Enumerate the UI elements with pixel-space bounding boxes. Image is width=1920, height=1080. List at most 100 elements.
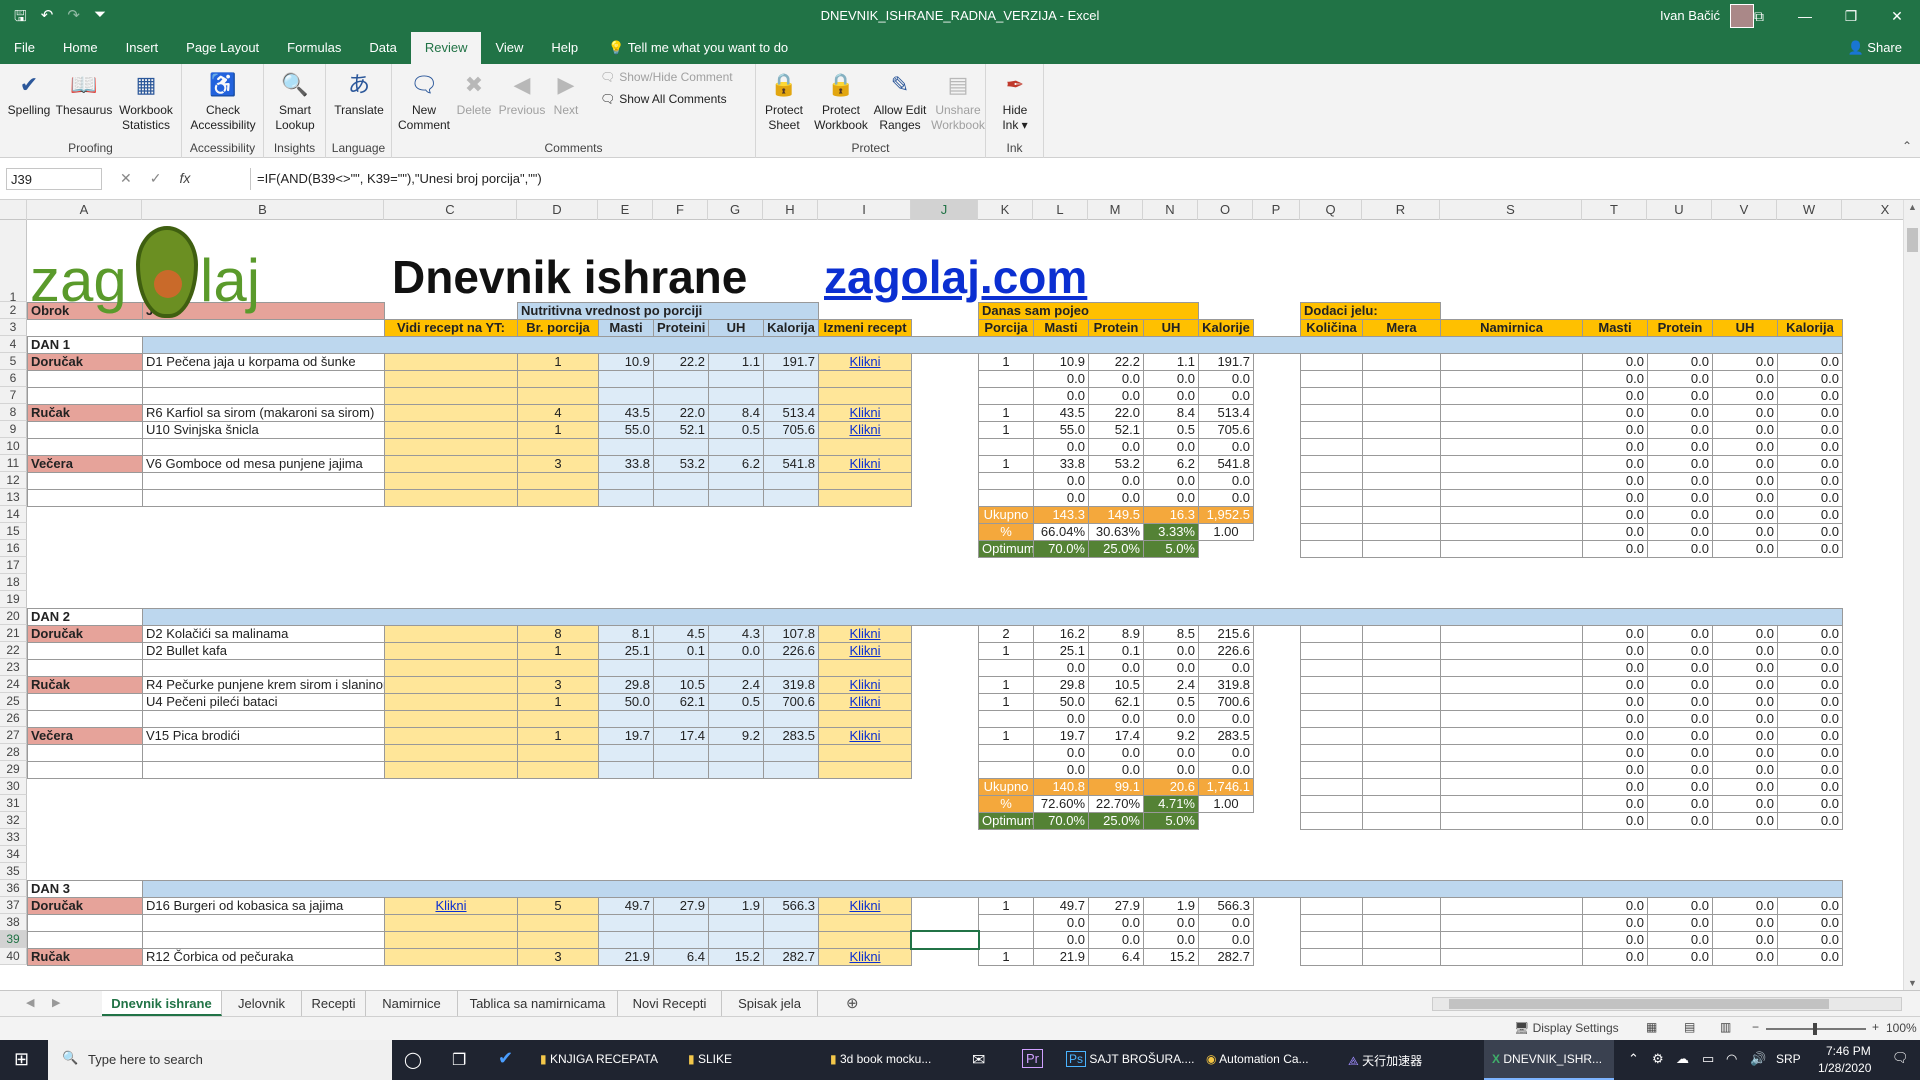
tab-help[interactable]: Help	[537, 32, 592, 64]
sheet-tab-novi-recepti[interactable]: Novi Recepti	[618, 991, 722, 1016]
dodaci-input-cell[interactable]	[1362, 931, 1441, 949]
dodaci-input-cell[interactable]	[1300, 642, 1363, 660]
column-header-w[interactable]: W	[1777, 200, 1842, 220]
dodaci-input-cell[interactable]	[1300, 370, 1363, 388]
br-porcija-cell[interactable]: 1	[517, 642, 599, 660]
dodaci-input-cell[interactable]	[1300, 693, 1363, 711]
protect-workbook-button[interactable]: 🔒 Protect Workbook	[812, 68, 870, 133]
dodaci-input-cell[interactable]	[1362, 523, 1441, 541]
yt-link-cell[interactable]	[384, 710, 518, 728]
izmeni-link-cell[interactable]: Klikni	[818, 727, 912, 745]
taskbar-item-slike[interactable]: ▮ SLIKE	[688, 1040, 808, 1080]
sheet-tab-spisak-jela[interactable]: Spisak jela	[722, 991, 818, 1016]
hide-ink-button[interactable]: ✒ Hide Ink ▾	[992, 68, 1038, 133]
dodaci-input-cell[interactable]	[1300, 625, 1363, 643]
clock-time[interactable]: 7:46 PM	[1826, 1044, 1871, 1058]
sheet-tab-recepti[interactable]: Recepti	[302, 991, 366, 1016]
dodaci-input-cell[interactable]	[1440, 370, 1583, 388]
show-all-comments-button[interactable]: 🗨 Show All Comments	[600, 92, 727, 106]
row-header-7[interactable]: 7	[0, 387, 27, 404]
tab-home[interactable]: Home	[49, 32, 112, 64]
yt-link-cell[interactable]	[384, 659, 518, 677]
izmeni-link-cell[interactable]: Klikni	[818, 642, 912, 660]
izmeni-link-cell[interactable]	[818, 761, 912, 779]
jelo-cell[interactable]: U4 Pečeni pileći bataci	[142, 693, 385, 711]
dodaci-input-cell[interactable]	[1362, 914, 1441, 932]
dodaci-input-cell[interactable]	[1362, 370, 1441, 388]
jelo-cell[interactable]: R4 Pečurke punjene krem sirom i slaninom	[142, 676, 385, 694]
yt-link-cell[interactable]	[384, 625, 518, 643]
dodaci-input-cell[interactable]	[1440, 931, 1583, 949]
add-sheet-icon[interactable]: ⊕	[846, 994, 859, 1012]
porcija-cell[interactable]	[978, 659, 1034, 677]
br-porcija-cell[interactable]: 1	[517, 421, 599, 439]
porcija-cell[interactable]	[978, 472, 1034, 490]
clock-date[interactable]: 1/28/2020	[1818, 1061, 1871, 1075]
dodaci-input-cell[interactable]	[1440, 812, 1583, 830]
workbook-statistics-button[interactable]: ▦ Workbook Statistics	[114, 68, 178, 133]
minimize-button[interactable]: —	[1782, 0, 1828, 32]
tab-data[interactable]: Data	[355, 32, 410, 64]
tab-review[interactable]: Review	[410, 32, 482, 64]
tab-view[interactable]: View	[481, 32, 537, 64]
jelo-cell[interactable]	[142, 659, 385, 677]
horizontal-scroll-thumb[interactable]	[1449, 999, 1829, 1009]
page-break-view-icon[interactable]: ▥	[1720, 1020, 1731, 1034]
collapse-ribbon-icon[interactable]: ⌃	[1902, 139, 1912, 153]
dodaci-input-cell[interactable]	[1440, 642, 1583, 660]
dodaci-input-cell[interactable]	[1440, 472, 1583, 490]
dodaci-input-cell[interactable]	[1440, 489, 1583, 507]
dodaci-input-cell[interactable]	[1362, 795, 1441, 813]
dodaci-input-cell[interactable]	[1362, 353, 1441, 371]
row-header-17[interactable]: 17	[0, 557, 27, 574]
column-header-o[interactable]: O	[1198, 200, 1253, 220]
br-porcija-cell[interactable]	[517, 438, 599, 456]
br-porcija-cell[interactable]	[517, 370, 599, 388]
izmeni-link-cell[interactable]: Klikni	[818, 693, 912, 711]
izmeni-link-cell[interactable]	[818, 472, 912, 490]
row-header-13[interactable]: 13	[0, 489, 27, 506]
jelo-cell[interactable]: V15 Pica brodići	[142, 727, 385, 745]
sheet-tab-jelovnik[interactable]: Jelovnik	[222, 991, 302, 1016]
porcija-cell[interactable]: 2	[978, 625, 1034, 643]
show-hide-comment-button[interactable]: 🗨 Show/Hide Comment	[600, 70, 733, 84]
row-header-25[interactable]: 25	[0, 693, 27, 710]
izmeni-link-cell[interactable]: Klikni	[818, 625, 912, 643]
dodaci-input-cell[interactable]	[1362, 489, 1441, 507]
dodaci-input-cell[interactable]	[1300, 404, 1363, 422]
column-header-a[interactable]: A	[27, 200, 142, 220]
column-header-u[interactable]: U	[1647, 200, 1712, 220]
izmeni-link-cell[interactable]: Klikni	[818, 897, 912, 915]
zoom-level[interactable]: 100%	[1886, 1021, 1917, 1035]
new-comment-button[interactable]: 🗨 New Comment	[398, 68, 450, 133]
dodaci-input-cell[interactable]	[1440, 710, 1583, 728]
normal-view-icon[interactable]: ▦	[1646, 1020, 1657, 1034]
dodaci-input-cell[interactable]	[1440, 523, 1583, 541]
tray-chevron-icon[interactable]: ⌃	[1628, 1051, 1639, 1067]
dodaci-input-cell[interactable]	[1300, 489, 1363, 507]
zoom-slider-thumb[interactable]	[1813, 1023, 1817, 1035]
dodaci-input-cell[interactable]	[1362, 404, 1441, 422]
dodaci-input-cell[interactable]	[1300, 727, 1363, 745]
izmeni-link-cell[interactable]: Klikni	[818, 676, 912, 694]
porcija-cell[interactable]	[978, 710, 1034, 728]
jelo-cell[interactable]: V6 Gomboce od mesa punjene jajima	[142, 455, 385, 473]
website-link[interactable]: zagolaj.com	[824, 250, 1087, 304]
taskbar-search[interactable]: 🔍 Type here to search	[48, 1040, 392, 1080]
share-button[interactable]: 👤 Share	[1829, 32, 1920, 64]
horizontal-scrollbar[interactable]	[1432, 997, 1902, 1011]
row-header-19[interactable]: 19	[0, 591, 27, 608]
dodaci-input-cell[interactable]	[1362, 506, 1441, 524]
br-porcija-cell[interactable]	[517, 659, 599, 677]
row-header-11[interactable]: 11	[0, 455, 27, 472]
br-porcija-cell[interactable]: 5	[517, 897, 599, 915]
column-header-l[interactable]: L	[1033, 200, 1088, 220]
porcija-cell[interactable]: 1	[978, 404, 1034, 422]
row-header-8[interactable]: 8	[0, 404, 27, 421]
yt-link-cell[interactable]	[384, 914, 518, 932]
row-header-35[interactable]: 35	[0, 863, 27, 880]
dodaci-input-cell[interactable]	[1300, 761, 1363, 779]
row-header-30[interactable]: 30	[0, 778, 27, 795]
protect-sheet-button[interactable]: 🔒 Protect Sheet	[756, 68, 812, 133]
row-header-27[interactable]: 27	[0, 727, 27, 744]
